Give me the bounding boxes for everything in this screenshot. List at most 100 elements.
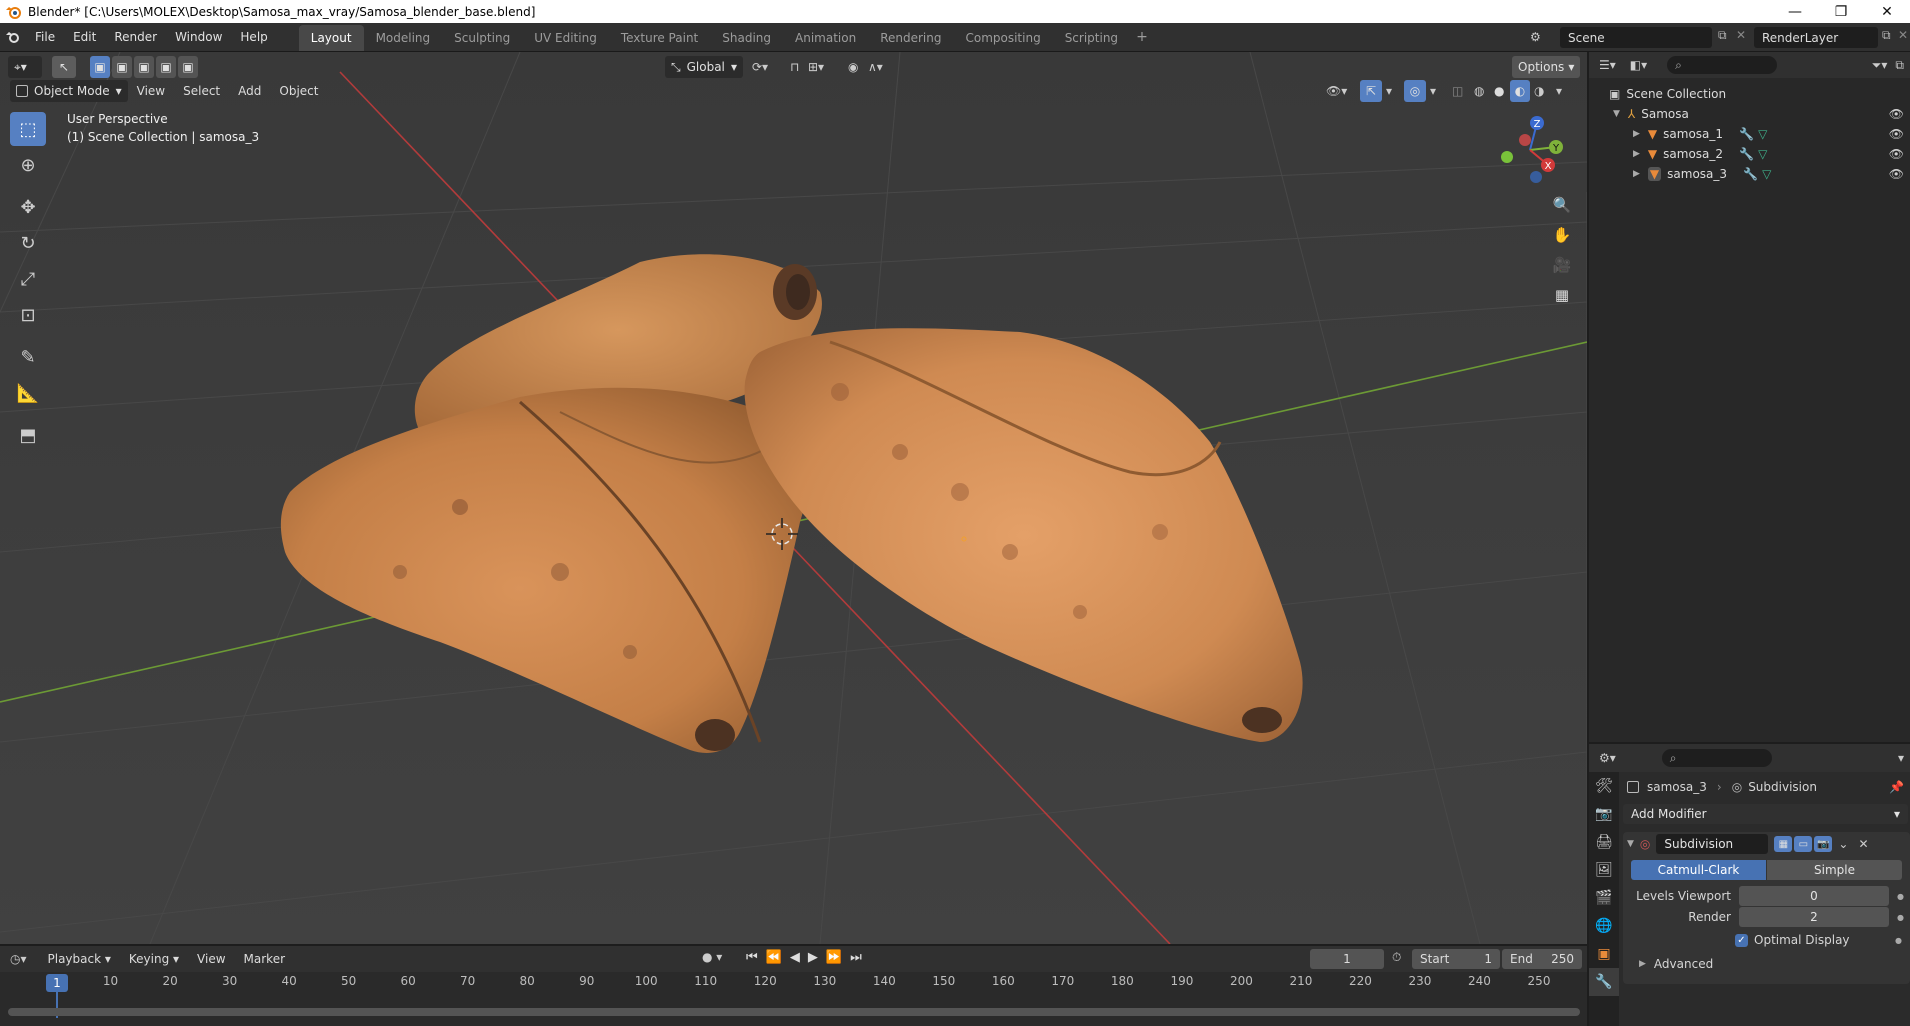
tab-sculpting[interactable]: Sculpting	[442, 25, 522, 51]
start-frame-field[interactable]: Start 1	[1412, 949, 1500, 969]
transform-orientation-dropdown[interactable]: ⤡ Global ▾	[665, 56, 743, 78]
ortho-grid-icon[interactable]: ▦	[1548, 282, 1576, 308]
optimal-display-checkbox[interactable]: ✓	[1735, 933, 1748, 947]
menu-help[interactable]: Help	[231, 30, 276, 44]
visibility-eye-icon[interactable]: 👁	[1889, 107, 1904, 121]
visibility-eye-icon[interactable]: 👁	[1889, 147, 1904, 161]
restore-button[interactable]: ❐	[1818, 0, 1864, 23]
viewport-menu-object[interactable]: Object	[270, 84, 327, 98]
play-icon[interactable]: ▶	[808, 950, 818, 965]
end-frame-field[interactable]: End 250	[1502, 949, 1582, 969]
keyframe-dot-icon[interactable]: ●	[1895, 936, 1902, 945]
mesh-data-icon[interactable]: ▽	[1758, 147, 1767, 161]
record-keyframe-icon[interactable]: ● ▾	[702, 950, 722, 964]
jump-start-icon[interactable]: ⏮	[746, 950, 758, 965]
timeline-menu-keying[interactable]: Keying ▾	[120, 952, 188, 966]
levels-viewport-field[interactable]: 0	[1739, 886, 1889, 906]
viewport-toggle-icon[interactable]: ▭	[1794, 836, 1813, 852]
pan-hand-icon[interactable]: ✋	[1548, 222, 1576, 248]
properties-search-input[interactable]: ⌕	[1661, 749, 1772, 767]
close-window-button[interactable]: ✕	[1864, 0, 1910, 23]
tab-shading[interactable]: Shading	[710, 25, 783, 51]
scene-field[interactable]: Scene	[1560, 27, 1712, 48]
timeline-menu-view[interactable]: View	[188, 952, 234, 966]
select-subtract-icon[interactable]: ▣	[134, 56, 154, 78]
tab-texture-paint[interactable]: Texture Paint	[609, 25, 710, 51]
visibility-eye-icon[interactable]: 👁	[1889, 127, 1904, 141]
outliner-row-samosa-3[interactable]: ▶ ▼ samosa_3 🔧 ▽ 👁	[1589, 164, 1910, 184]
timeline-scrollbar[interactable]	[8, 1008, 1580, 1016]
catmull-clark-option[interactable]: Catmull-Clark	[1631, 860, 1766, 880]
timeline-editor-type-icon[interactable]: ◷▾	[10, 952, 27, 966]
modifier-menu-chevron-icon[interactable]: ⌄	[1838, 837, 1848, 851]
shading-wireframe-icon[interactable]: ◍	[1474, 84, 1484, 98]
options-dropdown[interactable]: Options ▾	[1512, 56, 1581, 78]
camera-view-icon[interactable]: 🎥	[1548, 252, 1576, 278]
tab-compositing[interactable]: Compositing	[953, 25, 1052, 51]
overlays-dropdown-icon[interactable]: ▾	[1430, 84, 1436, 98]
timeline-menu-marker[interactable]: Marker	[235, 952, 294, 966]
timeline-ruler[interactable]: 1 10 20 30 40 50 60 70 80 90 100 110 120 130 140 150 16…	[0, 972, 1587, 1018]
overlays-toggle-icon[interactable]: ◎	[1404, 80, 1426, 102]
play-reverse-icon[interactable]: ◀	[790, 950, 800, 965]
select-box-tool-icon[interactable]: ⬚	[10, 112, 46, 146]
select-extend-icon[interactable]: ▣	[112, 56, 132, 78]
modifier-wrench-icon[interactable]: 🔧	[1739, 127, 1754, 141]
tab-uv-editing[interactable]: UV Editing	[522, 25, 609, 51]
select-intersect-icon[interactable]: ▣	[178, 56, 198, 78]
object-tab-icon[interactable]: ▣	[1589, 940, 1619, 968]
transform-tool-icon[interactable]: ⊡	[10, 298, 46, 332]
timeline-editor[interactable]: ◷▾ Playback ▾ Keying ▾ View Marker ● ▾ ⏮…	[0, 946, 1587, 1026]
simple-option[interactable]: Simple	[1767, 860, 1902, 880]
edit-mode-toggle-icon[interactable]: ▦	[1774, 836, 1793, 852]
collapse-arrow-icon[interactable]: ▼	[1627, 839, 1634, 849]
add-cube-tool-icon[interactable]: ⬒	[10, 418, 46, 452]
tab-rendering[interactable]: Rendering	[868, 25, 953, 51]
visibility-filter-icon[interactable]: 👁▾	[1326, 84, 1347, 98]
expand-arrow-icon[interactable]: ▶	[1633, 169, 1640, 179]
world-tab-icon[interactable]: 🌐	[1589, 912, 1619, 940]
outliner-row-scene-collection[interactable]: ▣ Scene Collection	[1589, 84, 1910, 104]
properties-editor-type-icon[interactable]: ⚙▾	[1599, 751, 1616, 765]
timeline-menu-playback[interactable]: Playback ▾	[39, 952, 120, 966]
pin-icon[interactable]: 📌	[1889, 780, 1904, 794]
preview-range-icon[interactable]: ⏱	[1392, 950, 1401, 965]
tab-animation[interactable]: Animation	[783, 25, 868, 51]
rotate-tool-icon[interactable]: ↻	[10, 226, 46, 260]
advanced-subpanel-header[interactable]: ▶ Advanced	[1623, 957, 1910, 971]
render-tab-icon[interactable]: 📷	[1589, 800, 1619, 828]
keyframe-dot-icon[interactable]: ●	[1897, 892, 1904, 901]
expand-arrow-icon[interactable]: ▶	[1633, 149, 1640, 159]
jump-keyframe-back-icon[interactable]: ⏪	[766, 950, 782, 965]
current-frame-marker[interactable]: 1	[46, 974, 68, 992]
menu-window[interactable]: Window	[166, 30, 231, 44]
jump-keyframe-forward-icon[interactable]: ⏩	[826, 950, 842, 965]
add-modifier-dropdown[interactable]: Add Modifier ▾	[1623, 804, 1908, 824]
xray-toggle-icon[interactable]: ◫	[1452, 84, 1463, 98]
render-levels-field[interactable]: 2	[1739, 907, 1889, 927]
visibility-eye-icon[interactable]: 👁	[1889, 167, 1904, 181]
render-toggle-icon[interactable]: 📷	[1814, 836, 1833, 852]
measure-tool-icon[interactable]: 📐	[10, 376, 46, 410]
snap-target-icon[interactable]: ⊞▾	[808, 60, 824, 74]
new-collection-icon[interactable]: ⧉	[1895, 58, 1904, 73]
view-layer-field[interactable]: RenderLayer	[1754, 27, 1878, 48]
scale-tool-icon[interactable]: ⤢	[10, 262, 46, 296]
outliner-row-samosa[interactable]: ▼ ⅄ Samosa 👁	[1589, 104, 1910, 124]
editor-type-button[interactable]: ⌖▾	[8, 56, 42, 78]
outliner-search-input[interactable]: ⌕	[1667, 56, 1778, 74]
display-mode-icon[interactable]: ◧▾	[1630, 58, 1647, 72]
zoom-icon[interactable]: 🔍	[1548, 192, 1576, 218]
modifier-name-field[interactable]: Subdivision	[1656, 834, 1769, 854]
3d-viewport[interactable]: ⌖▾ ↖ ▣ ▣ ▣ ▣ ▣ ⤡ Global ▾ ⟳▾ ⊓ ⊞▾ ◉ ∧▾ O…	[0, 52, 1587, 944]
minimize-button[interactable]: —	[1772, 0, 1818, 23]
tab-layout[interactable]: Layout	[298, 25, 364, 51]
move-tool-icon[interactable]: ✥	[10, 190, 46, 224]
menu-render[interactable]: Render	[105, 30, 166, 44]
outliner-editor-type-icon[interactable]: ☰▾	[1599, 58, 1616, 72]
output-tab-icon[interactable]: 🖨	[1589, 828, 1619, 856]
modifier-wrench-icon[interactable]: 🔧	[1743, 167, 1758, 181]
delete-scene-icon[interactable]: ✕	[1736, 28, 1746, 42]
falloff-icon[interactable]: ∧▾	[868, 60, 883, 74]
menu-edit[interactable]: Edit	[64, 30, 105, 44]
